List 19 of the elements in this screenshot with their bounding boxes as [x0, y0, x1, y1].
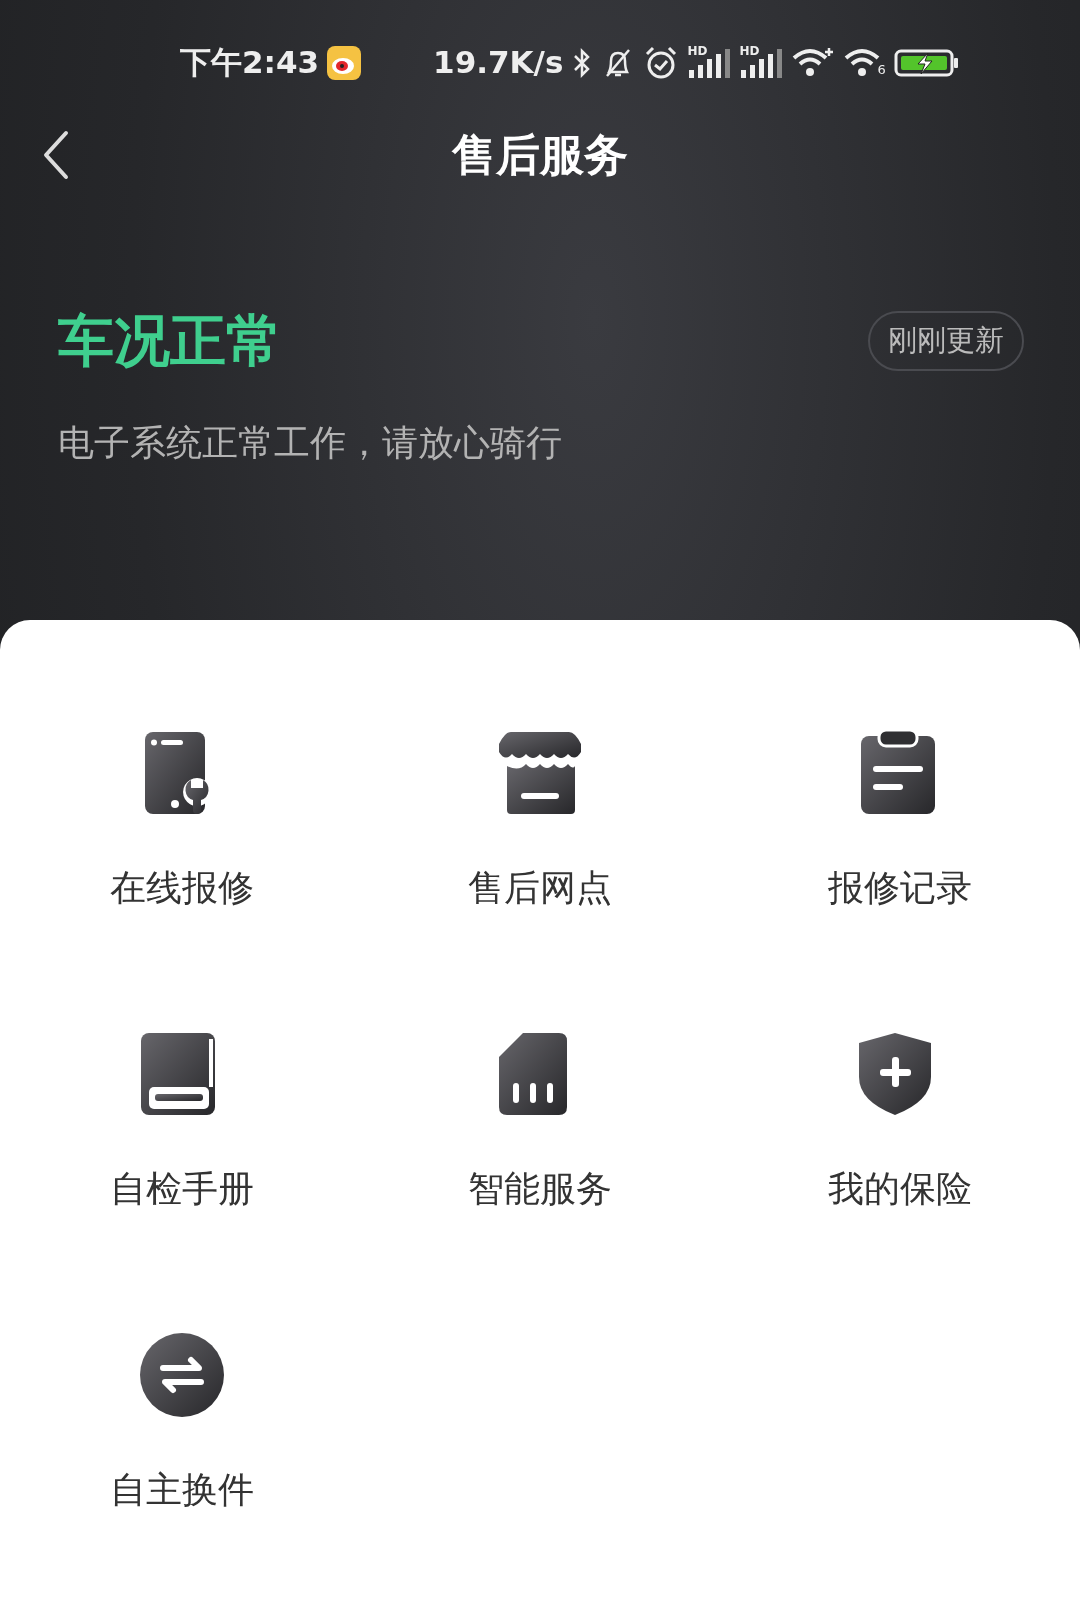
storefront-icon — [497, 730, 583, 816]
network-speed: 19.7K/s — [433, 43, 564, 83]
swap-arrows-icon — [139, 1332, 225, 1419]
hd-label: HD — [687, 42, 708, 60]
condition-title: 车况正常 — [58, 310, 282, 372]
condition-message: 电子系统正常工作，请放心骑行 — [58, 420, 563, 465]
service-item[interactable]: 自检手册 — [110, 1031, 254, 1211]
service-item[interactable]: 自主换件 — [110, 1332, 254, 1512]
service-item[interactable]: 智能服务 — [468, 1031, 612, 1211]
service-item[interactable]: 在线报修 — [110, 730, 254, 910]
app-notification-icon — [327, 45, 362, 80]
hd-label: HD — [739, 42, 760, 60]
wifi-band-label: 6 — [877, 61, 886, 79]
page-title: 售后服务 — [452, 128, 628, 182]
update-badge: 刚刚更新 — [868, 311, 1024, 371]
status-time: 下午2:43 — [180, 43, 320, 83]
service-item[interactable]: 报修记录 — [828, 730, 972, 910]
service-item[interactable]: 售后网点 — [468, 730, 612, 910]
service-item[interactable]: 我的保险 — [828, 1031, 972, 1211]
